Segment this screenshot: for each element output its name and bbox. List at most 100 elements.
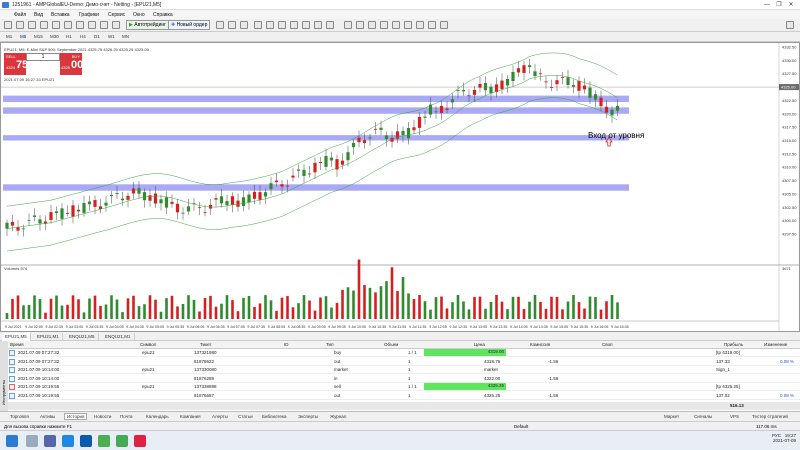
terminal-icon[interactable] — [64, 21, 72, 29]
lot-size-input[interactable]: 1 — [26, 53, 60, 61]
tab-trade[interactable]: Торговля — [10, 414, 29, 419]
vertical-line-icon[interactable] — [368, 21, 376, 29]
navigator-icon[interactable] — [52, 21, 60, 29]
text-tool-icon[interactable] — [428, 21, 436, 29]
edge-icon[interactable] — [62, 435, 74, 447]
tf-m5[interactable]: M5 — [20, 34, 27, 39]
col-change[interactable]: Изменение — [764, 342, 787, 347]
menu-tools[interactable]: Сервис — [108, 12, 125, 18]
minimize-button[interactable]: — — [762, 1, 772, 9]
col-time[interactable]: Время — [10, 342, 24, 347]
chart-candles-icon[interactable] — [228, 21, 236, 29]
menu-window[interactable]: Окно — [133, 12, 145, 18]
tester-icon[interactable] — [76, 21, 84, 29]
tab-calendar[interactable]: Календарь — [146, 414, 169, 419]
channel-icon[interactable] — [404, 21, 412, 29]
signals-link[interactable]: Сигналы — [694, 414, 712, 419]
history-row[interactable]: 2021.07.09 07:27:32 epu21 137321980 buy 1 / … — [8, 349, 800, 357]
history-row[interactable]: 2021.07.09 07:27:32 81878622 out 1 4318.75 -1… — [8, 358, 800, 366]
tab-journal[interactable]: Журнал — [330, 414, 346, 419]
price-chart[interactable]: 4332.50 4330.00 4327.50 4325.00 4322.50 4320.… — [1, 43, 799, 331]
tf-d1[interactable]: D1 — [94, 34, 100, 39]
tf-mn[interactable]: MN — [122, 34, 129, 39]
history-row[interactable]: 2021.07.09 10:19:55 81876687 out 1 4325.25 -1… — [8, 392, 800, 400]
search-icon[interactable] — [786, 21, 794, 29]
tab-alerts[interactable]: Алерты — [212, 414, 228, 419]
outlook-icon[interactable] — [80, 435, 92, 447]
chart-tab-enqu21-m5[interactable]: ENQU21,M5 — [66, 333, 99, 341]
chart-window[interactable]: 4332.50 4330.00 4327.50 4325.00 4322.50 4320.… — [0, 42, 800, 332]
tf-h4[interactable]: H4 — [80, 34, 86, 39]
col-ticket[interactable]: Тикет — [200, 342, 212, 347]
history-icon[interactable] — [100, 21, 108, 29]
trendline-icon[interactable] — [392, 21, 400, 29]
sync-icon[interactable] — [112, 21, 120, 29]
tf-m1[interactable]: M1 — [6, 34, 12, 39]
chart-tab-epu21-m5[interactable]: EPU21,M5 — [2, 333, 31, 341]
col-id[interactable]: ID — [284, 342, 289, 347]
app-icon-red[interactable] — [134, 435, 146, 447]
templates-icon[interactable] — [326, 21, 334, 29]
menu-view[interactable]: Вид — [34, 12, 43, 18]
tester-link[interactable]: Тестер стратегий — [752, 414, 788, 419]
market-watch-icon[interactable] — [28, 21, 36, 29]
chart-bars-icon[interactable] — [216, 21, 224, 29]
horizontal-line-icon[interactable] — [380, 21, 388, 29]
cursor-icon[interactable] — [344, 21, 352, 29]
tf-h1[interactable]: H1 — [66, 34, 72, 39]
tf-w1[interactable]: W1 — [108, 34, 115, 39]
menu-insert[interactable]: Вставка — [51, 12, 70, 18]
col-profit[interactable]: Прибыль — [724, 342, 743, 347]
new-chart-icon[interactable] — [4, 21, 12, 29]
tab-library[interactable]: Библиотека — [262, 414, 286, 419]
col-symbol[interactable]: Символ — [140, 342, 156, 347]
buy-button[interactable]: BUY 4325 00 — [60, 53, 83, 75]
maximize-button[interactable]: ❐ — [774, 1, 784, 9]
metatrader-icon[interactable] — [116, 435, 128, 447]
status-profile[interactable]: Default — [514, 424, 528, 429]
shapes-icon[interactable] — [440, 21, 448, 29]
tab-articles[interactable]: Статьи — [238, 414, 253, 419]
menu-file[interactable]: Файл — [14, 12, 26, 18]
vps-link[interactable]: VPS — [730, 414, 739, 419]
menu-charts[interactable]: Графики — [79, 12, 99, 18]
metaeditor-icon[interactable] — [88, 21, 96, 29]
history-row[interactable]: 2021.07.09 10:14:00 81876289 in 1 4322.00 -1.… — [8, 375, 800, 383]
sell-button[interactable]: SELL 4324 75 — [4, 53, 28, 75]
system-tray[interactable]: РУС 19:27 2021-07-09 — [772, 433, 796, 443]
col-commission[interactable]: Комиссия — [530, 342, 550, 347]
tab-experts[interactable]: Эксперты — [298, 414, 318, 419]
market-link[interactable]: Маркет — [664, 414, 679, 419]
tf-m30[interactable]: M30 — [50, 34, 59, 39]
chart-tab-enqu21-m1[interactable]: ENQU21,M1 — [102, 333, 135, 341]
chart-shift-icon[interactable] — [302, 21, 310, 29]
toolbox-side-tab[interactable]: Инструменты — [0, 341, 8, 411]
tab-news[interactable]: Новости — [94, 414, 111, 419]
menu-help[interactable]: Справка — [153, 12, 173, 18]
chrome-icon[interactable] — [98, 435, 110, 447]
tf-m15[interactable]: M15 — [34, 34, 43, 39]
col-swap[interactable]: Своп — [602, 342, 613, 347]
windows-start-icon[interactable] — [6, 435, 18, 447]
new-order-button[interactable]: ✚ Новый ордер — [168, 20, 211, 30]
grid-icon[interactable] — [278, 21, 286, 29]
autoscroll-icon[interactable] — [290, 21, 298, 29]
search-taskbar-icon[interactable] — [26, 435, 38, 447]
algo-trading-button[interactable]: ▶ Автотрейдинг — [126, 20, 169, 30]
zoom-in-icon[interactable] — [254, 21, 262, 29]
tab-mail[interactable]: Почта — [120, 414, 133, 419]
tab-assets[interactable]: Активы — [40, 414, 55, 419]
tab-history[interactable]: История — [64, 413, 88, 420]
fibo-icon[interactable] — [416, 21, 424, 29]
col-volume[interactable]: Объем — [384, 342, 398, 347]
history-row[interactable]: 2021.07.09 10:19:55 epu21 137338888 sell 1 /… — [8, 383, 800, 391]
data-window-icon[interactable] — [40, 21, 48, 29]
zoom-out-icon[interactable] — [266, 21, 274, 29]
chart-annotation[interactable]: Вход от уровня — [588, 131, 644, 140]
profiles-icon[interactable] — [16, 21, 24, 29]
task-view-icon[interactable] — [44, 435, 56, 447]
chart-line-icon[interactable] — [240, 21, 248, 29]
chart-tab-epu21-m1[interactable]: EPU21,M1 — [34, 333, 63, 341]
tab-company[interactable]: Компания — [180, 414, 201, 419]
status-connection[interactable]: 117.06 ms — [756, 424, 777, 429]
